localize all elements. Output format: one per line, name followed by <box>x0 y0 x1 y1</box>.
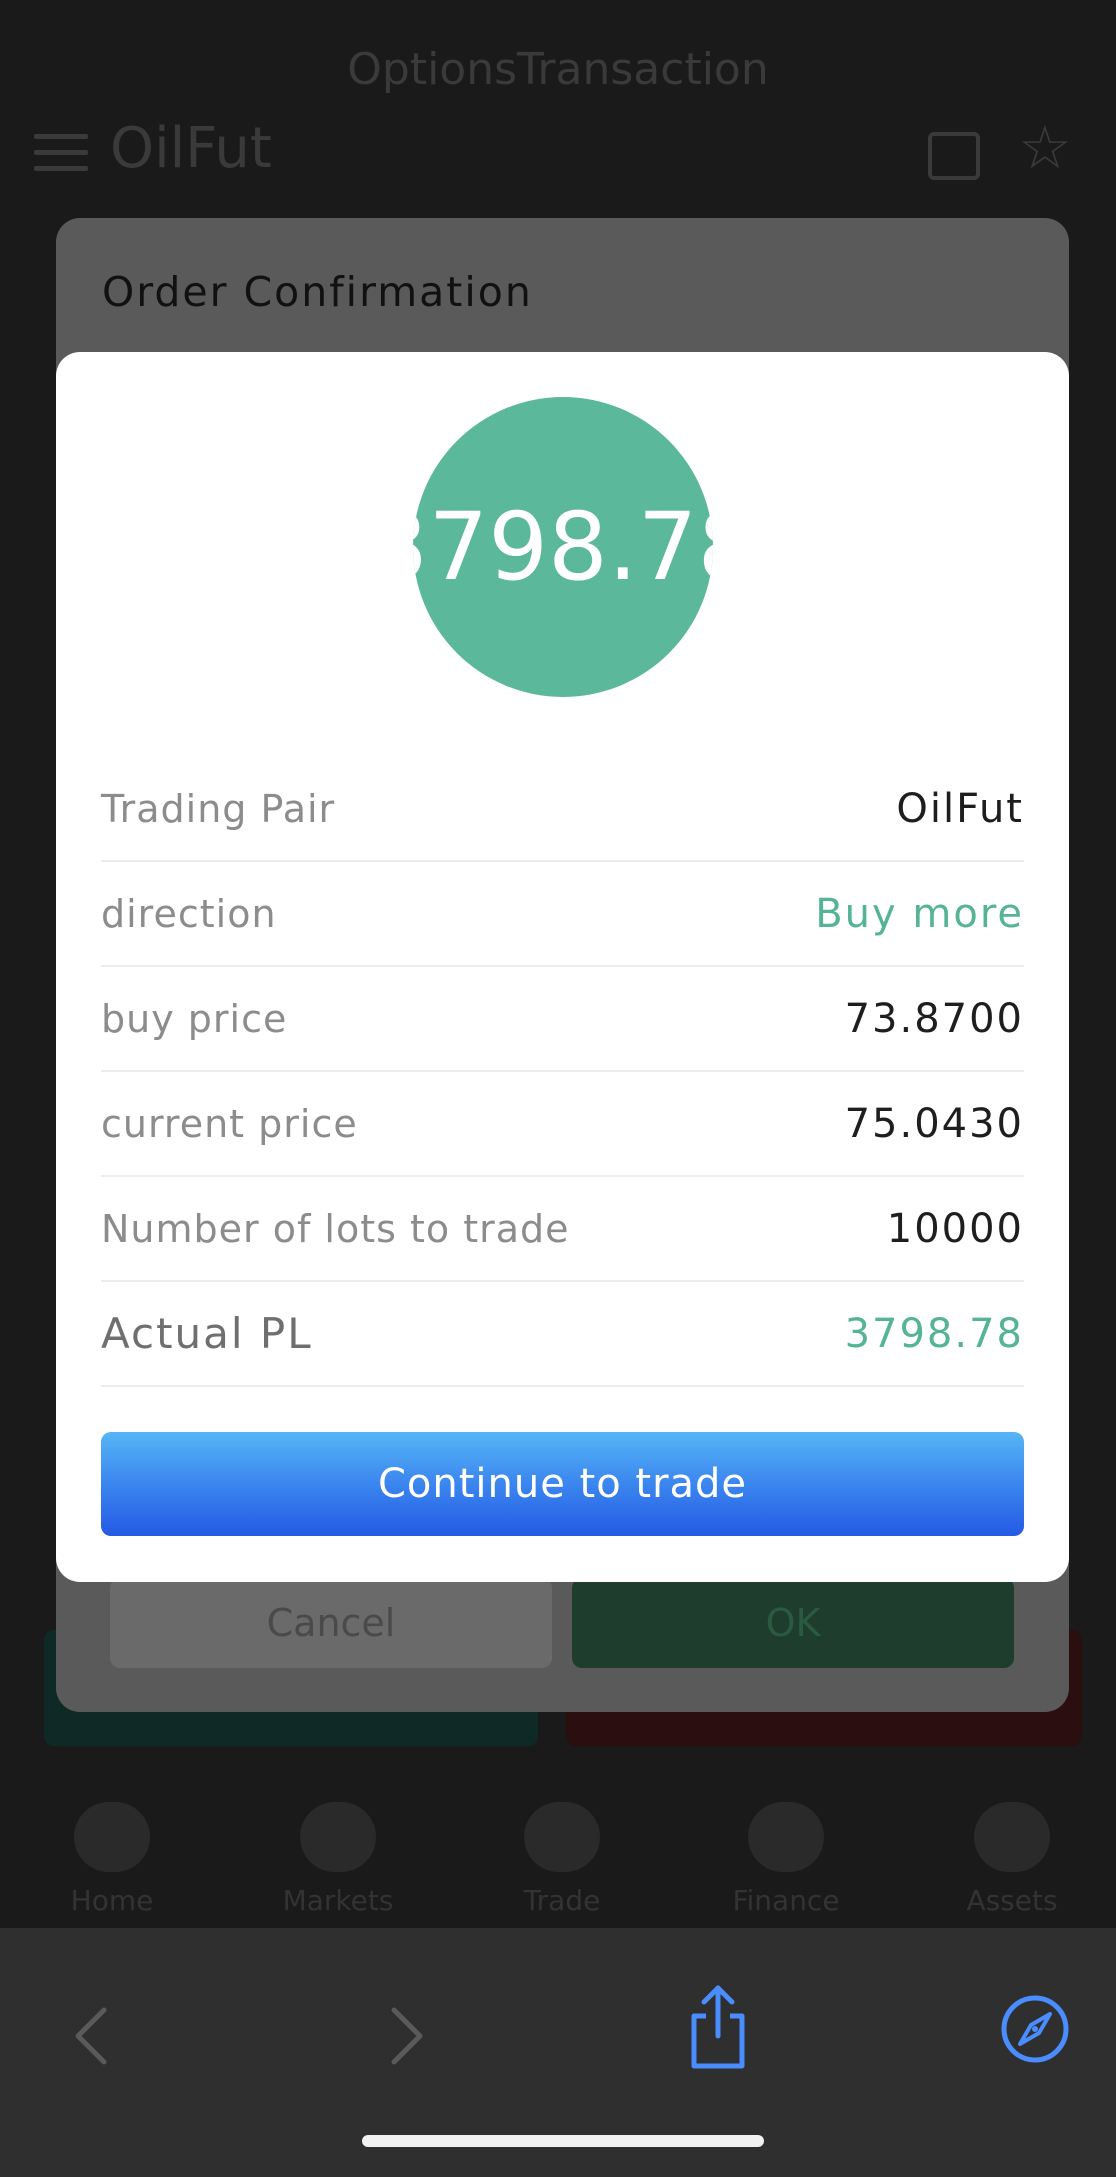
trade-icon <box>524 1802 600 1872</box>
row-value: 10000 <box>886 1205 1024 1252</box>
row-value: OilFut <box>896 785 1024 832</box>
row-label: Actual PL <box>101 1309 313 1358</box>
row-value: Buy more <box>815 890 1024 937</box>
row-value: 3798.78 <box>844 1310 1024 1357</box>
tab-label: Assets <box>966 1884 1058 1917</box>
tab-finance[interactable]: Finance <box>706 1790 866 1917</box>
bar-chart-icon <box>300 1802 376 1872</box>
bottom-tab-bar: Home Markets Trade Finance Assets <box>0 1790 1116 1930</box>
row-actual-pl: Actual PL 3798.78 <box>101 1282 1024 1387</box>
dialog-title: Order Confirmation <box>102 268 533 316</box>
tab-label: Trade <box>523 1884 601 1917</box>
row-lots: Number of lots to trade 10000 <box>101 1177 1024 1282</box>
document-icon[interactable] <box>928 132 980 180</box>
ok-button[interactable]: OK <box>572 1578 1014 1668</box>
row-label: Number of lots to trade <box>101 1206 570 1251</box>
row-label: buy price <box>101 996 288 1041</box>
tab-home[interactable]: Home <box>32 1790 192 1917</box>
app-title: OptionsTransaction <box>347 44 769 95</box>
home-indicator[interactable] <box>362 2135 764 2147</box>
tab-assets[interactable]: Assets <box>932 1790 1092 1917</box>
compass-icon[interactable] <box>1000 1994 1070 2064</box>
row-current-price: current price 75.0430 <box>101 1072 1024 1177</box>
star-icon[interactable]: ☆ <box>1018 118 1072 178</box>
row-label: Trading Pair <box>101 786 336 831</box>
row-direction: direction Buy more <box>101 862 1024 967</box>
row-trading-pair: Trading Pair OilFut <box>101 757 1024 862</box>
tab-trade[interactable]: Trade <box>482 1790 642 1917</box>
cancel-button[interactable]: Cancel <box>110 1578 552 1668</box>
tab-label: Finance <box>732 1884 840 1917</box>
row-value: 75.0430 <box>844 1100 1024 1147</box>
tab-label: Markets <box>282 1884 394 1917</box>
hamburger-icon[interactable] <box>34 134 88 171</box>
row-value: 73.8700 <box>844 995 1024 1042</box>
home-icon <box>74 1802 150 1872</box>
chevron-right-icon[interactable] <box>378 2004 434 2068</box>
pie-chart-icon <box>974 1802 1050 1872</box>
tab-markets[interactable]: Markets <box>258 1790 418 1917</box>
trade-detail-list: Trading Pair OilFut direction Buy more b… <box>101 757 1024 1387</box>
tab-label: Home <box>70 1884 154 1917</box>
row-label: current price <box>101 1101 358 1146</box>
profit-badge-value: 3798.78 <box>413 492 713 602</box>
row-label: direction <box>101 891 277 936</box>
share-icon[interactable] <box>686 1980 750 2072</box>
profit-badge: 3798.78 <box>413 397 713 697</box>
trend-icon <box>748 1802 824 1872</box>
trade-result-modal: 3798.78 Trading Pair OilFut direction Bu… <box>56 352 1069 1582</box>
pair-name: OilFut <box>110 116 272 181</box>
continue-to-trade-button[interactable]: Continue to trade <box>101 1432 1024 1536</box>
row-buy-price: buy price 73.8700 <box>101 967 1024 1072</box>
chevron-left-icon[interactable] <box>64 2004 120 2068</box>
